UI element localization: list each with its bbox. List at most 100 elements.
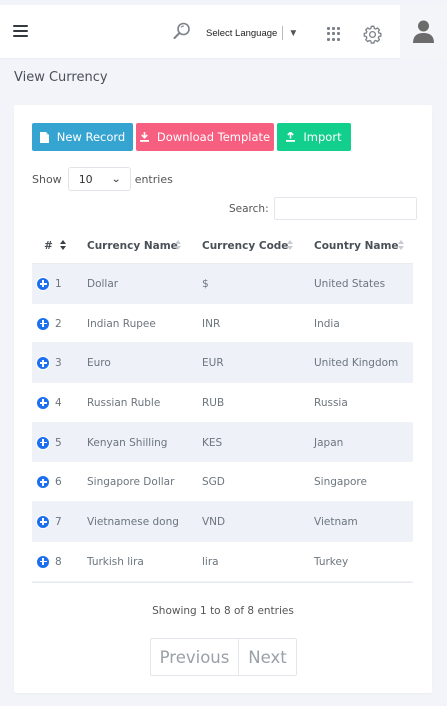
table-row[interactable]: 2 Indian Rupee INR India [32,304,413,344]
page-title: View Currency [14,70,108,85]
row-number: 1 [55,277,62,290]
row-number: 7 [55,515,62,528]
table-bottom-divider [32,581,413,583]
expand-row-icon[interactable] [37,476,49,489]
top-navbar: Select Language ▼ [0,5,447,59]
currency-code-cell: lira [202,555,219,568]
country-name-cell: United States [314,277,386,290]
country-name-cell: Japan [314,436,344,449]
page-length-value: 10 [78,172,93,186]
previous-page-button[interactable]: Previous [151,639,239,675]
column-header-number[interactable]: # [44,228,53,264]
expand-row-icon[interactable] [37,317,49,330]
table-row[interactable]: 8 Turkish lira lira Turkey [32,542,413,582]
row-number: 2 [55,317,62,330]
file-icon [39,131,49,143]
next-page-button[interactable]: Next [239,639,296,675]
row-number-cell: 1 [37,264,62,304]
download-icon [139,132,149,142]
language-separator [282,26,284,40]
row-number-cell: 5 [37,423,62,463]
country-name-cell: Russia [314,396,348,409]
row-number: 4 [55,396,62,409]
column-header-country-name[interactable]: Country Name [314,228,399,264]
search-label: Search: [229,202,269,215]
sort-icon [175,240,182,252]
row-number-cell: 3 [37,343,62,383]
sort-icon [60,240,67,252]
expand-row-icon[interactable] [37,515,49,528]
column-header-currency-name[interactable]: Currency Name [87,228,178,264]
country-name-cell: India [314,317,340,330]
search-icon[interactable] [172,21,192,41]
page-length-select[interactable]: 10 ⌄ [67,167,131,191]
currency-code-cell: $ [202,277,209,290]
currency-name-cell: Singapore Dollar [87,476,175,489]
language-selector[interactable]: Select Language ▼ [206,23,298,43]
column-header-currency-code[interactable]: Currency Code [202,228,288,264]
table-row[interactable]: 1 Dollar $ United States [32,264,413,304]
currency-code-cell: INR [202,317,221,330]
gear-icon[interactable] [362,24,383,45]
table-row[interactable]: 3 Euro EUR United Kingdom [32,343,413,384]
avatar[interactable] [400,5,447,59]
new-record-label: New Record [56,130,126,144]
chevron-down-icon: ⌄ [111,173,122,185]
country-name-cell: Vietnam [314,515,358,528]
expand-row-icon[interactable] [37,555,49,568]
row-number: 3 [55,357,62,370]
currency-code-cell: KES [202,436,223,449]
expand-row-icon[interactable] [37,357,49,370]
import-label: Import [303,130,342,144]
download-template-label: Download Template [156,130,271,144]
sort-icon [398,240,405,252]
table-row[interactable]: 5 Kenyan Shilling KES Japan [32,422,413,463]
currency-name-cell: Indian Rupee [87,317,156,330]
row-number: 5 [55,436,62,449]
currency-name-cell: Euro [87,357,111,370]
row-number-cell: 6 [37,462,62,502]
table-row[interactable]: 6 Singapore Dollar SGD Singapore [32,462,413,503]
row-number-cell: 8 [37,542,62,582]
show-label: Show [32,172,62,186]
page-length-control: Show 10 ⌄ entries [32,167,173,191]
table-row[interactable]: 4 Russian Ruble RUB Russia [32,383,413,423]
new-record-button[interactable]: New Record [32,123,133,151]
currency-code-cell: SGD [202,476,225,489]
apps-grid-icon[interactable] [327,27,341,41]
search-input[interactable] [273,197,417,220]
currency-code-cell: RUB [202,396,225,409]
language-label: Select Language [206,27,278,39]
user-icon [413,20,434,43]
row-number-cell: 2 [37,304,62,344]
table-row[interactable]: 7 Vietnamese dong VND Vietnam [32,502,413,542]
expand-row-icon[interactable] [37,277,49,290]
country-name-cell: Turkey [314,555,349,568]
expand-row-icon[interactable] [37,436,49,449]
table-header-row: # Currency Name Currency Code Country Na… [32,228,413,264]
row-number-cell: 4 [37,383,62,423]
row-number-cell: 7 [37,502,62,542]
expand-row-icon[interactable] [37,396,49,409]
table-body: 1 Dollar $ United States 2 Indian Rupee INR Ind… [32,264,413,582]
download-template-button[interactable]: Download Template [136,123,274,151]
import-button[interactable]: Import [277,123,351,151]
menu-icon[interactable] [13,25,28,37]
country-name-cell: Singapore [314,476,367,489]
currency-card: New Record Download Template Import Show… [14,105,432,693]
currency-name-cell: Vietnamese dong [87,515,179,528]
currency-table: # Currency Name Currency Code Country Na… [32,228,413,583]
currency-name-cell: Dollar [87,277,119,290]
currency-name-cell: Turkish lira [87,555,144,568]
pagination: Previous Next [150,638,297,676]
entries-label: entries [134,172,173,186]
sort-icon [287,240,294,252]
table-info: Showing 1 to 8 of 8 entries [152,605,294,617]
dropdown-arrow-icon: ▼ [288,27,299,39]
upload-icon [286,132,296,142]
row-number: 6 [55,476,62,489]
currency-code-cell: EUR [202,357,224,370]
row-number: 8 [55,555,62,568]
country-name-cell: United Kingdom [314,357,399,370]
currency-name-cell: Russian Ruble [87,396,161,409]
